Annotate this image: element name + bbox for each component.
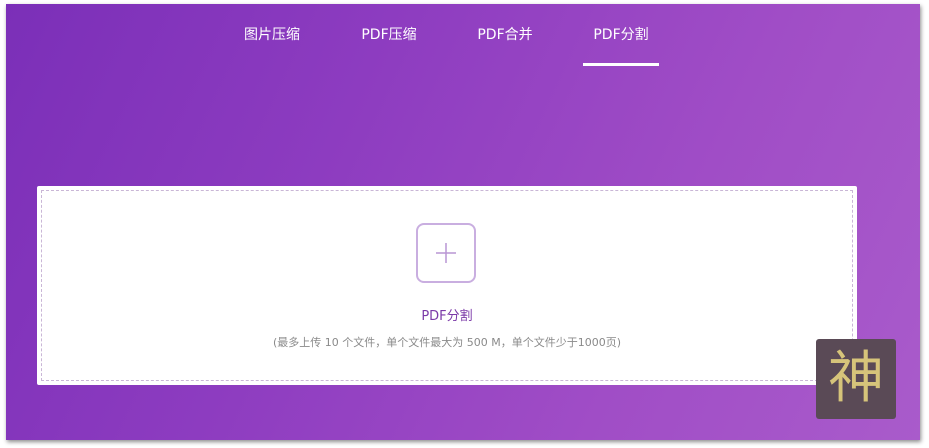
- tab-label: 图片压缩: [244, 27, 300, 43]
- plus-icon: [436, 243, 456, 263]
- app-frame: 图片压缩 PDF压缩 PDF合并 PDF分割 PDF分割 (最多上传 10 个文…: [6, 4, 920, 440]
- tool-tabs: 图片压缩 PDF压缩 PDF合并 PDF分割: [6, 4, 920, 70]
- upload-dropzone[interactable]: PDF分割 (最多上传 10 个文件，单个文件最大为 500 M，单个文件少于1…: [37, 186, 857, 385]
- upload-hint: (最多上传 10 个文件，单个文件最大为 500 M，单个文件少于1000页): [272, 336, 622, 349]
- tab-pdf-split[interactable]: PDF分割: [583, 26, 659, 70]
- tab-label: PDF压缩: [361, 27, 417, 43]
- tab-label: PDF分割: [593, 27, 649, 43]
- tab-pdf-compress[interactable]: PDF压缩: [352, 26, 426, 70]
- watermark-logo: 神: [816, 339, 896, 419]
- add-file-button[interactable]: [416, 223, 476, 283]
- dropzone-border: [41, 190, 853, 381]
- tab-image-compress[interactable]: 图片压缩: [238, 26, 306, 70]
- tab-pdf-merge[interactable]: PDF合并: [468, 26, 542, 70]
- upload-title: PDF分割: [421, 309, 473, 324]
- tab-label: PDF合并: [477, 27, 533, 43]
